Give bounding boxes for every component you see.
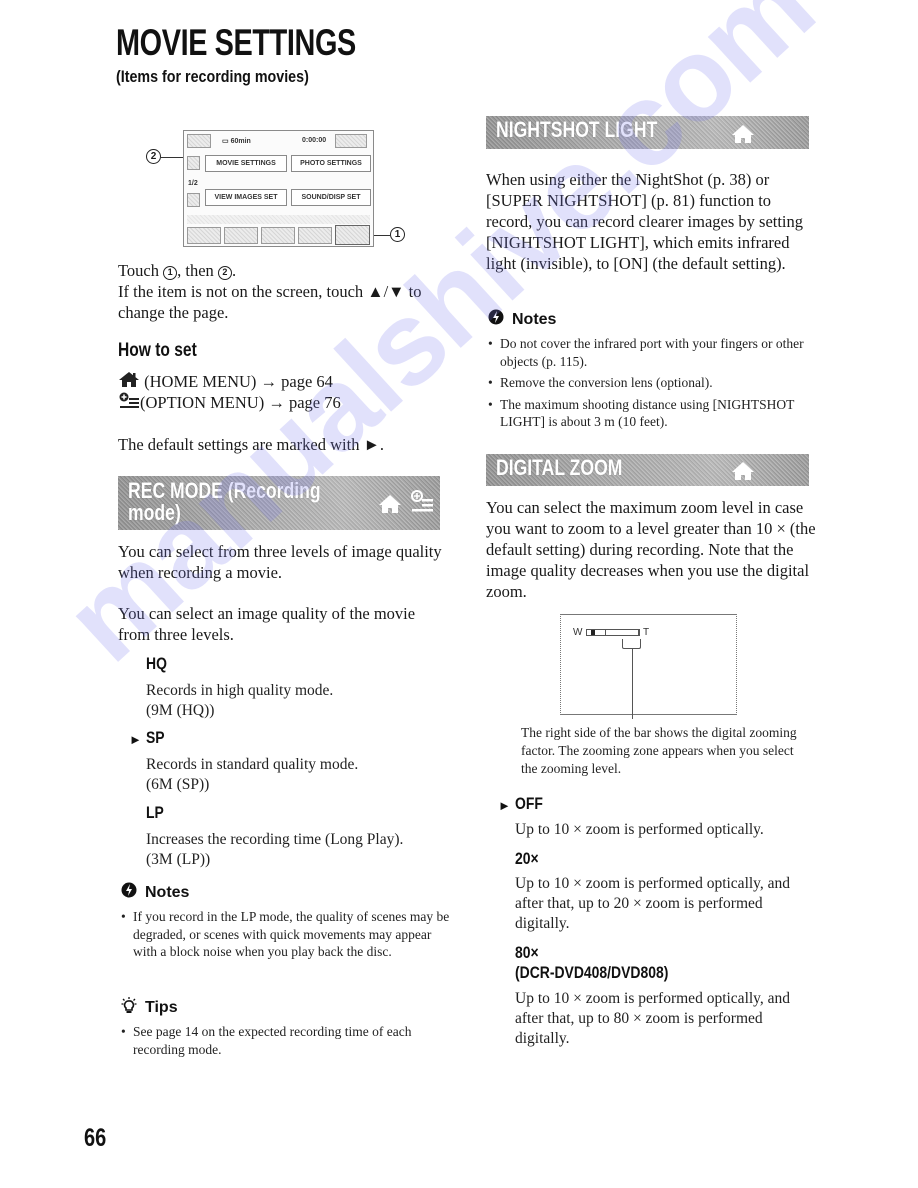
page-title: MOVIE SETTINGS [116,22,356,63]
rec-mode-banner-title: REC MODE (Recording mode) [128,480,321,524]
rec-notes-heading: Notes [121,882,189,903]
zoom-option-20x-desc: Up to 10 × zoom is performed optically, … [515,875,791,932]
zoom-option-80x-models: (DCR-DVD408/DVD808) [515,963,669,982]
lcd-view-images-set-button: VIEW IMAGES SET [205,189,287,206]
rec-option-sp-label: SP [146,728,165,747]
lcd-down-arrow-button [187,193,200,207]
option-menu-line: (OPTION MENU) → page 76 [118,392,341,415]
zoom-diagram-caption: The right side of the bar shows the digi… [521,725,797,776]
lcd-corner-button [187,134,211,148]
rec-tips-list: See page 14 on the expected recording ti… [121,1023,451,1062]
callout-1: 1 [390,227,405,242]
lcd-bottom-button-2 [224,227,258,244]
lcd-bottom-button-3 [261,227,295,244]
touch-mid: , then [177,261,218,280]
default-marker-icon: ► [129,732,142,747]
lcd-up-arrow-button [187,156,200,170]
lightbulb-icon [121,996,137,1019]
lcd-bottom-button-4 [298,227,332,244]
zoom-indicator-diagram: W T [560,614,737,719]
rec-tips-heading-text: Tips [145,998,178,1016]
zoom-option-off-label: OFF [515,794,543,813]
zoom-leader-line [632,649,633,719]
lcd-photo-settings-button: PHOTO SETTINGS [291,155,371,172]
rec-option-sp-sub: (6M (SP)) [146,776,210,793]
nightshot-light-banner-title: NIGHTSHOT LIGHT [496,117,658,142]
rec-notes-list: If you record in the LP mode, the qualit… [121,908,451,965]
zoom-bar-position [591,630,595,635]
nightshot-light-banner: NIGHTSHOT LIGHT [486,116,809,149]
nightshot-light-body: When using either the NightShot (p. 38) … [486,170,804,273]
rec-option-lp-sub: (3M (LP)) [146,851,211,868]
digital-zoom-banner-title: DIGITAL ZOOM [496,455,623,480]
zoom-wide-label: W [573,627,583,638]
nightshot-notes-heading: Notes [488,309,556,330]
circle-2-icon: 2 [217,265,232,280]
rec-note-item: If you record in the LP mode, the qualit… [121,908,451,961]
touch-instruction: Touch 1, then 2. [118,260,448,281]
lcd-battery-time-text: 60min [230,138,251,145]
option-menu-icon [118,392,140,415]
page-number: 66 [84,1124,107,1152]
zoom-bar [586,629,640,636]
home-icon [731,124,755,149]
notes-icon [121,882,137,903]
rec-option-hq-sub: (9M (HQ)) [146,702,215,719]
rec-option-hq-label: HQ [146,654,167,673]
zoom-bar-digital-zone [605,630,639,635]
rec-mode-banner-line2: mode) [128,500,181,525]
rec-option-lp-label: LP [146,803,164,822]
home-icon [118,371,140,393]
rec-option-sp-desc: Records in standard quality mode. [146,756,359,773]
rec-option-hq-desc: Records in high quality mode. [146,682,334,699]
lcd-menu-bottom-button [335,225,370,245]
zoom-option-20x-label: 20× [515,849,539,868]
lcd-timecode: 0:00:00 [302,137,327,144]
lcd-battery-time: ▭ 60min [222,138,251,145]
callout-2: 2 [146,149,161,164]
nightshot-note-item: Remove the conversion lens (optional). [488,374,818,392]
page-change-instruction: If the item is not on the screen, touch … [118,282,422,322]
lcd-menu-button [335,134,367,148]
rec-option-lp-desc: Increases the recording time (Long Play)… [146,831,404,848]
rec-notes-heading-text: Notes [145,883,190,901]
zoom-option-off-desc: Up to 10 × zoom is performed optically. [515,821,764,838]
zoom-option-80x-desc: Up to 10 × zoom is performed optically, … [515,990,791,1047]
lcd-strip [187,215,370,224]
rec-tip-item: See page 14 on the expected recording ti… [121,1023,451,1058]
option-menu-text: (OPTION MENU) → page 76 [140,393,341,412]
default-marker-icon: ► [498,798,511,813]
callout-1-line [374,235,390,236]
rec-tips-heading: Tips [121,996,178,1019]
page-subtitle: (Items for recording movies) [116,67,309,86]
default-marker-note: The default settings are marked with ►. [118,435,385,454]
circle-1-icon: 1 [163,265,178,280]
touch-suffix: . [231,261,237,280]
rec-mode-intro-1: You can select from three levels of imag… [118,542,442,582]
nightshot-notes-list: Do not cover the infrared port with your… [488,335,818,435]
lcd-sound-disp-set-button: SOUND/DISP SET [291,189,371,206]
digital-zoom-banner: DIGITAL ZOOM [486,454,809,486]
rec-mode-banner: REC MODE (Recording mode) [118,476,440,530]
home-menu-line: (HOME MENU) → page 64 [118,371,333,393]
digital-zoom-body: You can select the maximum zoom level in… [486,498,816,601]
nightshot-note-item: Do not cover the infrared port with your… [488,335,818,370]
nightshot-note-item: The maximum shooting distance using [NIG… [488,396,818,431]
zoom-zone-bracket [622,639,641,649]
rec-mode-intro-2: You can select an image quality of the m… [118,604,416,644]
notes-icon [488,309,504,330]
lcd-movie-settings-button: MOVIE SETTINGS [205,155,287,172]
lcd-page-indicator: 1/2 [188,180,198,187]
nightshot-notes-heading-text: Notes [512,310,557,328]
option-menu-icon [410,490,434,519]
home-icon [378,494,402,519]
home-menu-text: (HOME MENU) → page 64 [144,372,333,391]
how-to-set-heading: How to set [118,340,197,361]
lcd-bottom-button-1 [187,227,221,244]
zoom-option-80x-label: 80× [515,943,539,962]
touch-prefix: Touch [118,261,164,280]
zoom-tele-label: T [643,627,650,638]
camera-lcd-screen: ▭ 60min 0:00:00 MOVIE SETTINGS PHOTO SET… [183,130,374,247]
home-icon [731,461,755,486]
